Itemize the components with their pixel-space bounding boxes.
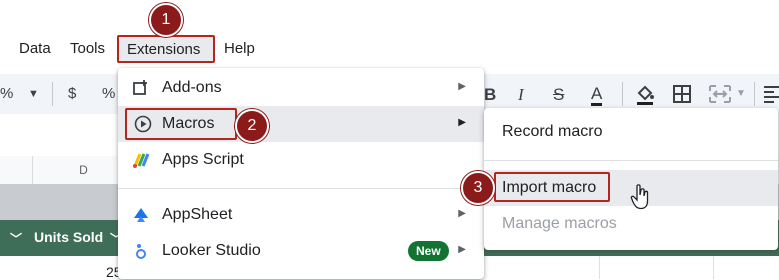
menu-extensions-label: Extensions	[127, 41, 201, 58]
new-badge: New	[408, 241, 449, 261]
italic-button[interactable]: I	[518, 85, 524, 105]
menu-item-label: Add-ons	[162, 79, 222, 96]
text-color-button[interactable]: A	[591, 85, 603, 106]
bold-button[interactable]: B	[484, 85, 496, 105]
percent-format-button-2[interactable]: %	[102, 85, 115, 102]
menu-data[interactable]: Data	[19, 40, 51, 57]
submenu-divider	[484, 160, 778, 161]
toolbar-divider-2	[622, 82, 623, 106]
import-macro-callout-box	[494, 172, 610, 202]
merge-chevron-icon[interactable]: ▼	[736, 88, 746, 99]
submenu-arrow-icon: ▶	[458, 208, 466, 219]
menu-item-label: AppSheet	[162, 206, 233, 223]
column-header-blank[interactable]	[0, 156, 33, 184]
step-marker-2: 2	[235, 109, 269, 143]
submenu-item-record-macro[interactable]: Record macro	[484, 114, 778, 150]
menu-item-looker-studio[interactable]: Looker Studio New ▶	[118, 233, 484, 269]
fill-color-icon[interactable]	[634, 83, 656, 110]
chevron-down-icon[interactable]: ▼	[28, 88, 39, 100]
filter-chevron-icon[interactable]: ﹀	[10, 230, 22, 247]
merge-cells-icon[interactable]	[708, 84, 732, 109]
menu-item-appsheet[interactable]: AppSheet ▶	[118, 197, 484, 233]
looker-studio-icon	[132, 242, 150, 260]
menu-item-add-ons[interactable]: Add-ons ▶	[118, 70, 484, 106]
align-icon[interactable]	[764, 85, 779, 108]
apps-script-icon	[132, 151, 150, 169]
grid-line	[713, 256, 714, 279]
submenu-item-label: Record macro	[502, 123, 603, 140]
step-marker-1: 1	[149, 3, 183, 37]
appsheet-icon	[132, 206, 150, 224]
borders-icon[interactable]	[672, 84, 692, 109]
macros-callout-box	[125, 108, 237, 140]
currency-format-button[interactable]: $	[68, 85, 76, 102]
submenu-arrow-icon: ▶	[458, 244, 466, 255]
strikethrough-button[interactable]: S	[553, 85, 564, 105]
menu-item-label: Apps Script	[162, 151, 244, 168]
menu-divider	[118, 188, 484, 189]
menu-tools[interactable]: Tools	[70, 40, 105, 57]
submenu-item-label: Manage macros	[502, 215, 617, 232]
toolbar-divider	[52, 82, 53, 106]
menu-item-apps-script[interactable]: Apps Script	[118, 142, 484, 178]
step-marker-3: 3	[461, 171, 495, 205]
toolbar-divider-3	[754, 82, 755, 106]
hand-cursor-icon	[630, 184, 650, 215]
grid-line	[599, 256, 600, 279]
submenu-arrow-icon: ▶	[458, 81, 466, 92]
menu-item-label: Looker Studio	[162, 242, 261, 259]
add-ons-icon	[132, 79, 150, 97]
units-sold-header[interactable]: Units Sold	[34, 229, 103, 245]
menu-extensions[interactable]: Extensions	[117, 35, 215, 63]
percent-format-button[interactable]: %	[0, 85, 13, 102]
macros-submenu: Record macro Import macro Manage macros	[484, 108, 778, 250]
extensions-dropdown: Add-ons ▶ Macros ▶ Apps Script AppSheet …	[118, 68, 484, 279]
menu-help[interactable]: Help	[224, 40, 255, 57]
submenu-arrow-icon: ▶	[458, 117, 466, 128]
